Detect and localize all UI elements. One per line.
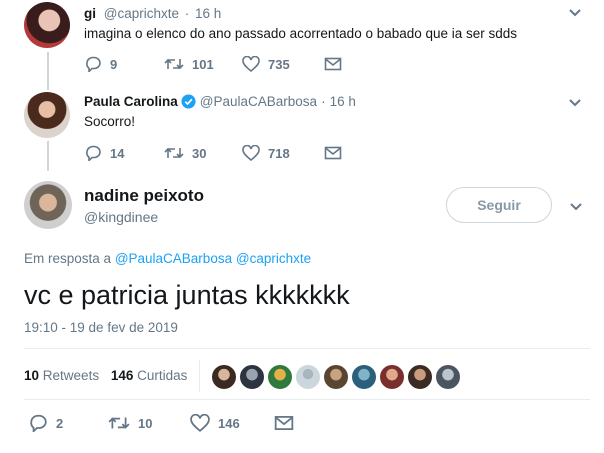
divider [24,399,590,400]
avatar-gi[interactable] [24,2,70,48]
tweet-text: vc e patricia juntas kkkkkkk [24,280,350,310]
liker-avatar[interactable] [434,363,462,391]
tweet-timestamp[interactable]: 19:10 - 19 de fev de 2019 [24,320,178,335]
reply-count: 2 [56,415,64,431]
liker-avatar[interactable] [294,363,322,391]
like-count: 735 [268,56,290,72]
dm-button[interactable] [324,57,342,71]
reply-count: 9 [110,56,118,72]
like-button[interactable]: 146 [190,414,274,432]
like-stat[interactable]: 146 Curtidas [111,368,188,383]
reply-icon [30,414,47,432]
like-button[interactable]: 735 [242,56,324,72]
tweet-time[interactable]: 16 h [330,94,356,109]
tweet-actions: 9 101 735 [84,56,342,72]
retweet-icon [164,147,184,159]
reply-mention[interactable]: @caprichxte [236,251,311,266]
author-handle[interactable]: @kingdinee [84,209,158,225]
chevron-down-icon[interactable] [568,98,582,108]
retweet-button[interactable]: 30 [164,145,242,161]
author-name[interactable]: gi [84,6,96,21]
like-button[interactable]: 718 [242,145,324,161]
like-count: 718 [268,145,290,161]
chevron-down-icon[interactable] [568,8,582,18]
like-icon [242,145,260,161]
avatar-nadine[interactable] [24,181,72,229]
reply-button[interactable]: 9 [84,56,164,72]
stats-separator [199,360,200,392]
reply-count: 14 [110,145,125,161]
tweet-time[interactable]: 16 h [195,6,221,21]
retweet-count: 10 [138,415,153,431]
tweet-stats: 10 Retweets 146 Curtidas [24,368,187,383]
like-stat-label: Curtidas [137,368,188,383]
liker-avatar[interactable] [378,363,406,391]
liker-avatar[interactable] [238,363,266,391]
dm-icon [324,57,342,71]
tweet-header: gi @caprichxte · 16 h [84,6,221,21]
like-count: 146 [218,415,240,431]
thread-connector [47,141,49,171]
retweet-stat[interactable]: 10 Retweets [24,368,103,383]
reply-mention[interactable]: @PaulaCABarbosa [115,251,232,266]
separator: · [184,6,190,21]
tweet-text: imagina o elenco do ano passado acorrent… [84,26,518,41]
reply-button[interactable]: 14 [84,145,164,161]
liker-avatar[interactable] [210,363,238,391]
like-total: 146 [110,368,134,383]
reply-prefix: Em resposta a [24,251,112,266]
like-icon [242,56,260,72]
liker-avatar[interactable] [350,363,378,391]
reply-button[interactable]: 2 [28,414,108,432]
retweet-count: 30 [192,145,207,161]
retweet-icon [164,58,184,70]
retweet-icon [108,417,130,429]
tweet-actions: 2 10 146 [28,414,294,432]
divider [24,348,590,349]
reply-icon [86,145,101,161]
verified-badge-icon [181,94,196,109]
follow-button[interactable]: Seguir [446,187,552,223]
chevron-down-icon[interactable] [569,202,583,212]
separator: · [321,94,326,109]
retweet-count: 101 [192,56,214,72]
dm-icon [324,146,342,160]
retweet-stat-label: Retweets [42,368,100,383]
retweet-button[interactable]: 101 [164,56,242,72]
retweet-button[interactable]: 10 [108,414,190,432]
liker-avatar[interactable] [322,363,350,391]
author-name[interactable]: nadine peixoto [84,186,204,206]
tweet-text: Socorro! [84,114,136,129]
author-handle[interactable]: @caprichxte [104,6,179,21]
dm-button[interactable] [324,146,342,160]
tweet-actions: 14 30 718 [84,145,342,161]
author-handle[interactable]: @PaulaCABarbosa [200,94,317,109]
thread-connector [47,52,49,90]
like-icon [190,414,210,432]
liker-avatar[interactable] [406,363,434,391]
reply-icon [86,56,101,72]
liker-avatar[interactable] [266,363,294,391]
avatar-paula[interactable] [24,92,70,138]
author-name[interactable]: Paula Carolina [84,94,178,109]
tweet-header: Paula Carolina @PaulaCABarbosa · 16 h [84,94,356,109]
dm-button[interactable] [274,415,294,431]
reply-context: Em resposta a @PaulaCABarbosa @caprichxt… [24,251,311,266]
retweet-total: 10 [24,368,40,383]
dm-icon [274,416,294,430]
